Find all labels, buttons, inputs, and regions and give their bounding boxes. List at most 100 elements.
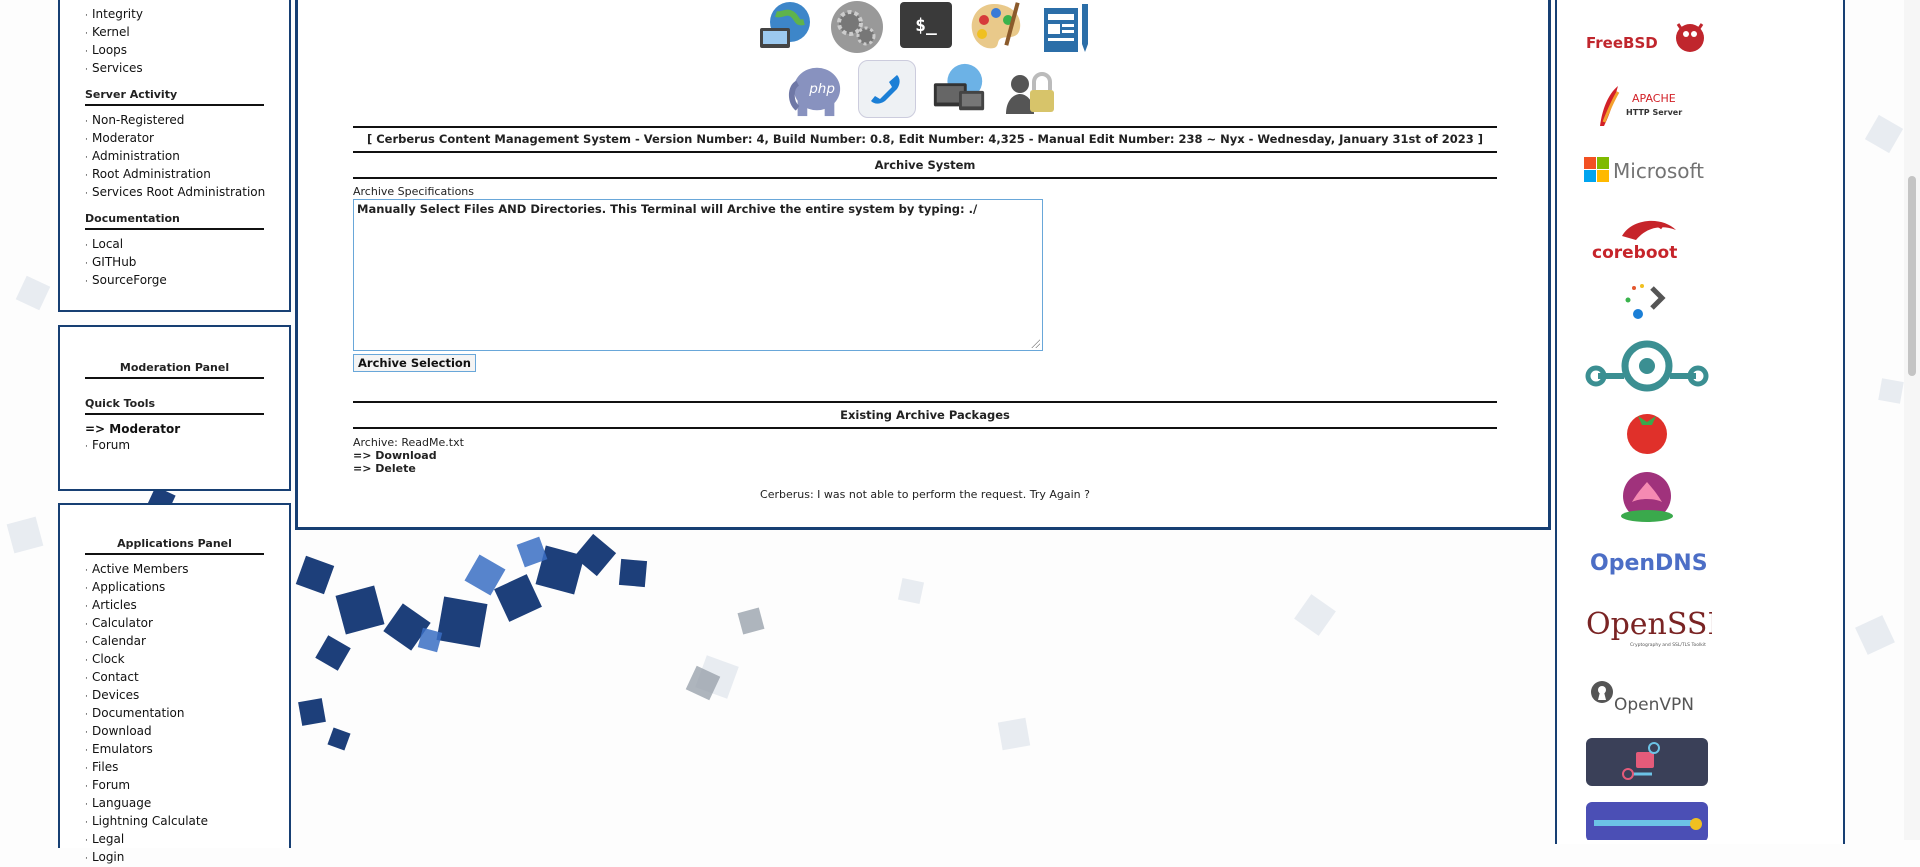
palette-icon[interactable] — [966, 0, 1024, 56]
download-link[interactable]: => Download — [353, 449, 437, 462]
link-forum[interactable]: Forum — [92, 438, 130, 452]
app-link[interactable]: Devices — [92, 688, 139, 702]
list-item[interactable]: · Forum — [85, 777, 289, 795]
list-item[interactable]: · Devices — [85, 687, 289, 705]
list-item[interactable]: · Emulators — [85, 741, 289, 759]
link-administration[interactable]: Administration — [92, 149, 180, 163]
link-github[interactable]: GITHub — [92, 255, 136, 269]
resize-handle-icon[interactable] — [1030, 338, 1040, 348]
list-item[interactable]: · Lightning Calculate — [85, 813, 289, 831]
bullet: · — [85, 584, 88, 594]
link-moderator-tool[interactable]: => Moderator — [85, 422, 180, 436]
divider — [353, 401, 1497, 403]
list-item[interactable]: · Active Members — [85, 561, 289, 579]
link-integrity[interactable]: Integrity — [92, 7, 143, 21]
link-services[interactable]: Services — [92, 61, 143, 75]
list-item[interactable]: · Clock — [85, 651, 289, 669]
app-link[interactable]: Lightning Calculate — [92, 814, 208, 828]
scrollbar-thumb[interactable] — [1908, 176, 1916, 376]
list-item[interactable]: · Language — [85, 795, 289, 813]
bullet: · — [85, 692, 88, 702]
list-item[interactable]: · Files — [85, 759, 289, 777]
document-edit-icon[interactable] — [1038, 0, 1096, 56]
dots-arrow-logo[interactable] — [1582, 276, 1712, 322]
network-computers-icon[interactable] — [930, 60, 988, 118]
list-item[interactable]: · GITHub — [85, 254, 289, 272]
list-item[interactable]: · Login — [85, 849, 289, 867]
app-link[interactable]: Applications — [92, 580, 165, 594]
list-item[interactable]: · Documentation — [85, 705, 289, 723]
list-item[interactable]: => Moderator — [85, 421, 289, 437]
applications-list: · Active Members · Applications · Articles · Ca… — [85, 561, 289, 867]
delete-link[interactable]: => Delete — [353, 462, 416, 475]
app-link[interactable]: Files — [92, 760, 118, 774]
phone-icon[interactable] — [858, 60, 916, 118]
archive-spec-textarea[interactable]: Manually Select Files AND Directories. T… — [353, 199, 1043, 351]
link-root-administration[interactable]: Root Administration — [92, 167, 211, 181]
delete-link-label: => Delete — [353, 462, 416, 475]
gears-icon[interactable] — [828, 0, 886, 56]
list-item[interactable]: · Loops — [85, 42, 289, 60]
list-item[interactable]: · Kernel — [85, 24, 289, 42]
openssl-logo[interactable]: OpenSSL Cryptography and SSL/TLS Toolkit — [1582, 602, 1727, 652]
left-navigation-panel: · Integrity · Kernel · Loops · Services Serv… — [58, 0, 291, 312]
link-moderator[interactable]: Moderator — [92, 131, 154, 145]
list-item[interactable]: · Contact — [85, 669, 289, 687]
page-scrollbar[interactable] — [1904, 0, 1920, 840]
list-item[interactable]: · Administration — [85, 148, 289, 166]
list-item[interactable]: · Integrity — [85, 6, 289, 24]
list-item[interactable]: · Local — [85, 236, 289, 254]
opendns-logo[interactable]: OpenDNS — [1582, 544, 1712, 578]
terminal-icon[interactable]: $_ — [900, 2, 952, 48]
encryption-logo[interactable] — [1582, 800, 1712, 842]
app-link[interactable]: Language — [92, 796, 151, 810]
list-item[interactable]: · Applications — [85, 579, 289, 597]
list-item[interactable]: · Articles — [85, 597, 289, 615]
app-link[interactable]: Emulators — [92, 742, 153, 756]
list-item[interactable]: · Non-Registered — [85, 112, 289, 130]
microsoft-logo[interactable]: Microsoft — [1582, 151, 1712, 187]
list-item[interactable]: · Forum — [85, 437, 289, 455]
app-link[interactable]: Forum — [92, 778, 130, 792]
list-item[interactable]: · Legal — [85, 831, 289, 849]
archive-selection-button[interactable]: Archive Selection — [353, 354, 476, 372]
microsoft-logo-text: Microsoft — [1613, 159, 1704, 183]
app-link[interactable]: Login — [92, 850, 124, 864]
app-link[interactable]: Active Members — [92, 562, 189, 576]
keys-logo[interactable] — [1582, 736, 1712, 788]
tomato-logo[interactable] — [1582, 406, 1712, 456]
app-link[interactable]: Contact — [92, 670, 139, 684]
version-banner: [ Cerberus Content Management System - V… — [366, 132, 1484, 146]
app-link[interactable]: Calculator — [92, 616, 153, 630]
list-item[interactable]: · Moderator — [85, 130, 289, 148]
app-link[interactable]: Articles — [92, 598, 137, 612]
bullet: · — [85, 782, 88, 792]
link-kernel[interactable]: Kernel — [92, 25, 130, 39]
list-item[interactable]: · Calculator — [85, 615, 289, 633]
openvpn-logo[interactable]: OpenVPN — [1582, 676, 1712, 716]
app-link[interactable]: Calendar — [92, 634, 146, 648]
app-link[interactable]: Clock — [92, 652, 125, 666]
coreboot-logo[interactable]: coreboot — [1582, 210, 1712, 263]
user-lock-icon[interactable] — [1002, 60, 1060, 118]
globe-computer-icon[interactable] — [756, 0, 814, 56]
lotus-logo[interactable] — [1582, 470, 1712, 526]
list-item[interactable]: · Services Root Administration — [85, 184, 289, 202]
php-elephant-icon[interactable]: php — [786, 60, 844, 118]
app-link[interactable]: Legal — [92, 832, 124, 846]
link-loops[interactable]: Loops — [92, 43, 127, 57]
link-sourceforge[interactable]: SourceForge — [92, 273, 167, 287]
app-link[interactable]: Download — [92, 724, 152, 738]
list-item[interactable]: · SourceForge — [85, 272, 289, 290]
freebsd-logo[interactable]: FreeBSD — [1582, 14, 1712, 66]
app-link[interactable]: Documentation — [92, 706, 185, 720]
ring-logo[interactable] — [1582, 336, 1712, 394]
list-item[interactable]: · Download — [85, 723, 289, 741]
link-non-registered[interactable]: Non-Registered — [92, 113, 184, 127]
apache-logo[interactable]: APACHE HTTP Server — [1582, 82, 1712, 130]
list-item[interactable]: · Services — [85, 60, 289, 78]
link-services-root-administration[interactable]: Services Root Administration — [92, 185, 265, 199]
list-item[interactable]: · Root Administration — [85, 166, 289, 184]
link-local[interactable]: Local — [92, 237, 123, 251]
list-item[interactable]: · Calendar — [85, 633, 289, 651]
